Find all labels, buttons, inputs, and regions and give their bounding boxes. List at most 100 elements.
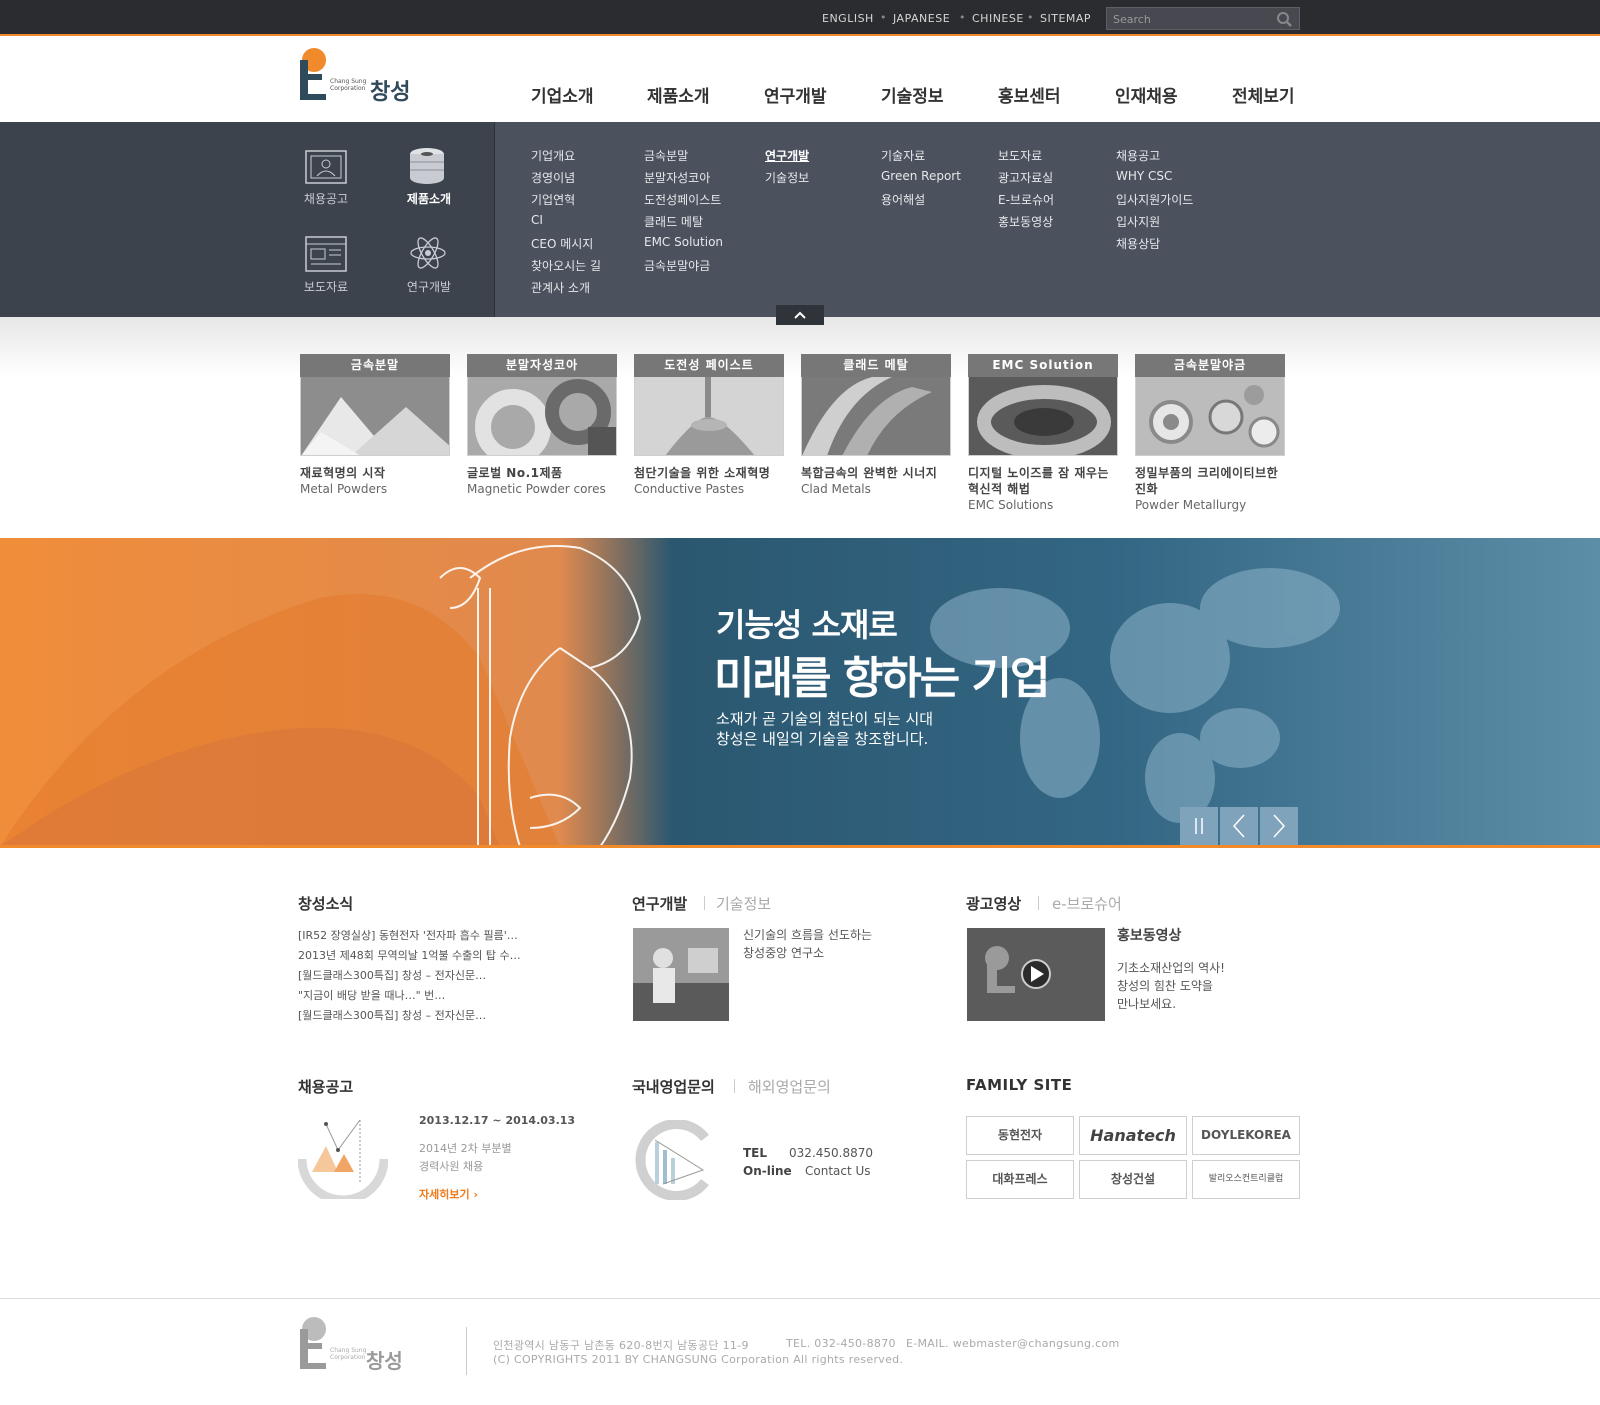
- rnd-lab-photo[interactable]: [633, 928, 729, 1021]
- news-item[interactable]: [월드클래스300특집] 창성 – 전자신문…: [298, 1007, 486, 1023]
- quick-link-products[interactable]: 제품소개: [384, 190, 474, 207]
- quick-link-recruit[interactable]: 채용공고: [281, 190, 371, 207]
- menu-collapse-button[interactable]: [776, 305, 824, 325]
- media-section-title[interactable]: 광고영상: [966, 893, 1021, 914]
- nav-products[interactable]: 제품소개: [647, 82, 710, 107]
- submenu-item[interactable]: 채용상담: [1116, 235, 1160, 252]
- submenu-item[interactable]: 기업개요: [531, 147, 575, 164]
- family-site-label: Hanatech: [1090, 1126, 1176, 1145]
- lang-link-chinese[interactable]: CHINESE: [972, 12, 1024, 25]
- submenu-item[interactable]: E-브로슈어: [998, 191, 1054, 208]
- product-card-subtitle: Metal Powders: [300, 482, 388, 496]
- product-card[interactable]: EMC Solution 디지털 노이즈를 잠 재우는 혁신적 해법 EMC S…: [968, 354, 1118, 513]
- footer-divider: [466, 1327, 467, 1375]
- nav-pr-center[interactable]: 홍보센터: [998, 82, 1061, 107]
- separator-dot: •: [959, 11, 966, 24]
- chevron-left-icon: [1232, 814, 1245, 838]
- search-icon[interactable]: [1276, 11, 1293, 28]
- nav-view-all[interactable]: 전체보기: [1232, 82, 1295, 107]
- product-card[interactable]: 금속분말야금 정밀부품의 크리에이티브한 진화 Powder Metallurg…: [1135, 354, 1285, 513]
- rnd-description-1: 신기술의 흐름을 선도하는: [743, 928, 873, 942]
- submenu-item[interactable]: 도전성페이스트: [644, 191, 721, 208]
- product-card-subtitle: Clad Metals: [801, 482, 871, 496]
- search-box: [1106, 7, 1300, 30]
- tab-overseas-inquiry[interactable]: 해외영업문의: [748, 1076, 831, 1097]
- submenu-item[interactable]: 기술정보: [765, 169, 809, 186]
- family-site-hanatech[interactable]: Hanatech: [1079, 1116, 1187, 1155]
- submenu-item[interactable]: 기술자료: [881, 147, 925, 164]
- submenu-item[interactable]: 채용공고: [1116, 147, 1160, 164]
- sitemap-link[interactable]: SITEMAP: [1040, 12, 1091, 25]
- submenu-item[interactable]: 클래드 메탈: [644, 213, 703, 230]
- family-site-valleos-cc[interactable]: 발리오스컨트리클럽: [1192, 1160, 1300, 1199]
- submenu-item[interactable]: 관계사 소개: [531, 279, 590, 296]
- recruit-section-title[interactable]: 채용공고: [298, 1076, 353, 1097]
- submenu-item[interactable]: 홍보동영상: [998, 213, 1053, 230]
- recruit-more-link[interactable]: 자세히보기 ›: [419, 1186, 478, 1202]
- family-site-changsung-construction[interactable]: 창성건설: [1079, 1160, 1187, 1199]
- submenu-item[interactable]: 금속분말: [644, 147, 688, 164]
- submenu-item[interactable]: 입사지원: [1116, 213, 1160, 230]
- banner-prev-button[interactable]: [1220, 807, 1258, 845]
- header: Chang Sung Corporation 창성 기업소개 제품소개 연구개발…: [0, 38, 1600, 122]
- nav-company[interactable]: 기업소개: [531, 82, 594, 107]
- footer: Chang Sung Corporation 창성 인천광역시 남동구 남촌동 …: [0, 1298, 1600, 1405]
- family-site-daewha[interactable]: 대화프레스: [966, 1160, 1074, 1199]
- news-section-title[interactable]: 창성소식: [298, 893, 353, 914]
- tab-tech-info[interactable]: 기술정보: [716, 893, 771, 914]
- atom-icon[interactable]: [409, 234, 447, 272]
- family-site-donghyun[interactable]: 동현전자: [966, 1116, 1074, 1155]
- recruit-description-2: 경력사원 채용: [419, 1160, 484, 1173]
- quick-link-press[interactable]: 보도자료: [281, 278, 371, 295]
- submenu-item[interactable]: 기업연혁: [531, 191, 575, 208]
- product-card-subtitle: Magnetic Powder cores: [467, 482, 606, 496]
- tab-divider: [734, 1079, 735, 1093]
- contact-us-link[interactable]: Contact Us: [805, 1164, 871, 1178]
- tab-ebrochure[interactable]: e-브로슈어: [1052, 893, 1122, 914]
- product-card[interactable]: 분말자성코아 글로벌 No.1제품 Magnetic Powder cores: [467, 354, 617, 497]
- product-card[interactable]: 클래드 메탈 복합금속의 완벽한 시너지 Clad Metals: [801, 354, 951, 497]
- product-card[interactable]: 도전성 페이스트 첨단기술을 위한 소재혁명 Conductive Pastes: [634, 354, 784, 497]
- submenu-item[interactable]: CEO 메시지: [531, 235, 593, 252]
- rnd-section-title[interactable]: 연구개발: [632, 893, 687, 914]
- submenu-item[interactable]: 찾아오시는 길: [531, 257, 601, 274]
- nav-research[interactable]: 연구개발: [764, 82, 827, 107]
- family-site-doylekorea[interactable]: DOYLEKOREA: [1192, 1116, 1300, 1155]
- recruit-icon[interactable]: [305, 150, 347, 184]
- submenu-item[interactable]: 광고자료실: [998, 169, 1053, 186]
- quick-link-research[interactable]: 연구개발: [384, 278, 474, 295]
- news-item[interactable]: "지금이 배당 받을 때나…" 번…: [298, 987, 445, 1003]
- product-card-title: 글로벌 No.1제품: [467, 466, 563, 480]
- media-video-heading[interactable]: 홍보동영상: [1117, 925, 1181, 945]
- banner-next-button[interactable]: [1260, 807, 1298, 845]
- news-item[interactable]: 2013년 제48회 무역의날 1억불 수출의 탑 수…: [298, 947, 521, 963]
- banner-pause-button[interactable]: [1180, 807, 1218, 845]
- submenu-item[interactable]: 경영이념: [531, 169, 575, 186]
- promo-video-thumbnail[interactable]: [967, 928, 1105, 1021]
- submenu-item[interactable]: 분말자성코아: [644, 169, 710, 186]
- submenu-item[interactable]: 용어해설: [881, 191, 925, 208]
- nav-tech-info[interactable]: 기술정보: [881, 82, 944, 107]
- submenu-item-active[interactable]: 연구개발: [765, 147, 809, 164]
- submenu-item[interactable]: EMC Solution: [644, 235, 723, 249]
- product-disk-icon[interactable]: [409, 146, 445, 186]
- nav-recruit[interactable]: 인재채용: [1115, 82, 1178, 107]
- submenu-item[interactable]: 금속분말야금: [644, 257, 710, 274]
- family-site-title: FAMILY SITE: [966, 1076, 1073, 1094]
- product-image-magnetic-core: [467, 377, 617, 456]
- recruit-more-label: 자세히보기: [419, 1188, 470, 1201]
- inquiry-section-title[interactable]: 국내영업문의: [632, 1076, 715, 1097]
- submenu-item[interactable]: WHY CSC: [1116, 169, 1172, 183]
- product-card[interactable]: 금속분말 재료혁명의 시작 Metal Powders: [300, 354, 450, 497]
- lang-link-japanese[interactable]: JAPANESE: [893, 12, 950, 25]
- submenu-item[interactable]: CI: [531, 213, 543, 227]
- press-icon[interactable]: [305, 236, 347, 272]
- logo[interactable]: Chang Sung Corporation 창성: [300, 48, 425, 105]
- submenu-item[interactable]: 보도자료: [998, 147, 1042, 164]
- news-item[interactable]: [월드클래스300특집] 창성 – 전자신문…: [298, 967, 486, 983]
- search-input[interactable]: [1113, 11, 1263, 27]
- news-item[interactable]: [IR52 장영실상] 동현전자 '전자파 흡수 필름'…: [298, 927, 518, 943]
- submenu-item[interactable]: Green Report: [881, 169, 961, 183]
- submenu-item[interactable]: 입사지원가이드: [1116, 191, 1193, 208]
- lang-link-english[interactable]: ENGLISH: [822, 12, 874, 25]
